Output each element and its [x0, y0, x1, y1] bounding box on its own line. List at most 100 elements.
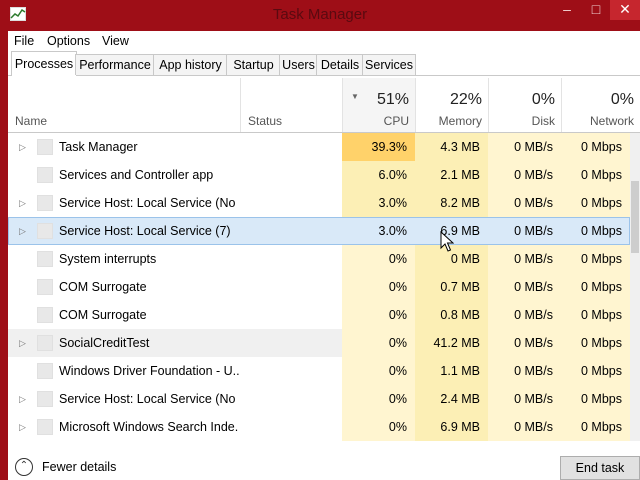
column-network[interactable]: 0% Network — [561, 78, 640, 132]
process-cpu: 39.3% — [371, 140, 407, 154]
window-title: Task Manager — [272, 6, 368, 23]
network-label: Network — [589, 114, 634, 128]
process-row[interactable]: ▷ Service Host: Local Service (No I... 0% 2… — [8, 385, 630, 413]
process-memory: 0.7 MB — [440, 280, 480, 294]
column-disk[interactable]: 0% Disk — [488, 78, 562, 132]
title-bar[interactable]: Task Manager – □ ✕ — [0, 0, 640, 31]
process-cpu: 0% — [388, 364, 407, 378]
process-disk: 0 MB/s — [514, 224, 553, 238]
process-cpu: 0% — [388, 280, 407, 294]
disk-label: Disk — [531, 114, 555, 128]
process-disk: 0 MB/s — [514, 336, 553, 350]
process-row[interactable]: ▷ SocialCreditTest 0% 41.2 MB 0 MB/s 0 Mbps — [8, 329, 630, 357]
tab-services[interactable]: Services — [362, 54, 416, 75]
fewer-details-link[interactable]: Fewer details — [42, 460, 116, 474]
process-name: Services and Controller app — [59, 168, 214, 182]
process-row[interactable]: System interrupts 0% 0 MB 0 MB/s 0 Mbps — [8, 245, 630, 273]
minimize-button[interactable]: – — [552, 0, 582, 20]
column-status-label: Status — [248, 114, 283, 128]
menu-file[interactable]: File — [14, 34, 34, 48]
cpu-label: CPU — [383, 114, 409, 128]
process-network: 0 Mbps — [581, 336, 622, 350]
tab-startup[interactable]: Startup — [226, 54, 281, 75]
process-disk: 0 MB/s — [514, 392, 553, 406]
process-network: 0 Mbps — [581, 252, 622, 266]
process-icon — [37, 307, 53, 323]
expand-arrow-icon[interactable]: ▷ — [19, 217, 31, 245]
process-icon — [37, 363, 53, 379]
close-button[interactable]: ✕ — [610, 0, 640, 20]
expand-arrow-icon[interactable]: ▷ — [19, 385, 31, 413]
process-status — [247, 133, 337, 161]
process-status — [247, 385, 337, 413]
tab-processes[interactable]: Processes — [11, 51, 77, 76]
process-icon — [37, 251, 53, 267]
process-icon — [37, 167, 53, 183]
process-icon — [37, 335, 53, 351]
process-icon — [37, 195, 53, 211]
process-status — [247, 301, 337, 329]
process-memory: 0.8 MB — [440, 308, 480, 322]
menu-bar: File Options View — [8, 31, 640, 51]
process-status — [247, 161, 337, 189]
process-network: 0 Mbps — [581, 420, 622, 434]
process-memory: 2.4 MB — [440, 392, 480, 406]
process-row[interactable]: Windows Driver Foundation - U... 0% 1.1 MB… — [8, 357, 630, 385]
process-name: Task Manager — [59, 140, 138, 154]
menu-view[interactable]: View — [102, 34, 129, 48]
process-row[interactable]: Services and Controller app 6.0% 2.1 MB 0 M… — [8, 161, 630, 189]
process-row[interactable]: ▷ Service Host: Local Service (7) 3.0% 6.9 … — [8, 217, 630, 245]
cpu-total: 51% — [376, 91, 409, 108]
process-name: COM Surrogate — [59, 308, 147, 322]
process-cpu: 0% — [388, 308, 407, 322]
process-cpu: 0% — [388, 336, 407, 350]
column-status[interactable]: Status — [240, 78, 343, 132]
process-status — [247, 329, 337, 357]
process-memory: 8.2 MB — [440, 196, 480, 210]
process-row[interactable]: ▷ Task Manager 39.3% 4.3 MB 0 MB/s 0 Mbps — [8, 133, 630, 161]
process-name: System interrupts — [59, 252, 157, 266]
expand-arrow-icon[interactable]: ▷ — [19, 329, 31, 357]
expand-arrow-icon[interactable]: ▷ — [19, 189, 31, 217]
memory-label: Memory — [438, 114, 482, 128]
process-row[interactable]: COM Surrogate 0% 0.8 MB 0 MB/s 0 Mbps — [8, 301, 630, 329]
process-status — [247, 273, 337, 301]
tab-app-history[interactable]: App history — [153, 54, 228, 75]
process-name: Microsoft Windows Search Inde... — [59, 420, 239, 434]
process-row[interactable]: ▷ Microsoft Windows Search Inde... 0% 6.9 M… — [8, 413, 630, 441]
expand-arrow-icon[interactable]: ▷ — [19, 133, 31, 161]
process-disk: 0 MB/s — [514, 168, 553, 182]
vertical-scrollbar[interactable] — [630, 133, 640, 441]
menu-options[interactable]: Options — [47, 34, 90, 48]
column-name[interactable]: Name — [8, 78, 240, 132]
process-status — [247, 189, 337, 217]
process-network: 0 Mbps — [581, 308, 622, 322]
process-name: Service Host: Local Service (No ... — [59, 196, 239, 210]
chevron-up-icon[interactable]: ⌃ — [15, 458, 33, 476]
column-name-label: Name — [15, 114, 48, 128]
process-network: 0 Mbps — [581, 140, 622, 154]
process-cpu: 3.0% — [378, 196, 408, 210]
process-status — [247, 357, 337, 385]
process-cpu: 6.0% — [378, 168, 408, 182]
mouse-cursor-icon — [440, 231, 454, 252]
window-content: File Options View Processes Performance … — [8, 31, 640, 480]
scrollbar-thumb[interactable] — [631, 181, 639, 253]
expand-arrow-icon[interactable]: ▷ — [19, 413, 31, 441]
process-name: Windows Driver Foundation - U... — [59, 364, 239, 378]
process-row[interactable]: COM Surrogate 0% 0.7 MB 0 MB/s 0 Mbps — [8, 273, 630, 301]
tab-performance[interactable]: Performance — [75, 54, 155, 75]
process-network: 0 Mbps — [581, 280, 622, 294]
process-memory: 4.3 MB — [440, 140, 480, 154]
process-row[interactable]: ▷ Service Host: Local Service (No ... 3.0%… — [8, 189, 630, 217]
process-network: 0 Mbps — [581, 168, 622, 182]
column-memory[interactable]: 22% Memory — [415, 78, 489, 132]
process-icon — [37, 279, 53, 295]
maximize-button[interactable]: □ — [582, 0, 610, 20]
tab-users[interactable]: Users — [279, 54, 318, 75]
tab-details[interactable]: Details — [316, 54, 364, 75]
column-cpu[interactable]: ▼ 51% CPU — [342, 78, 416, 132]
process-icon — [37, 223, 53, 239]
process-disk: 0 MB/s — [514, 364, 553, 378]
end-task-button[interactable]: End task — [560, 456, 640, 480]
